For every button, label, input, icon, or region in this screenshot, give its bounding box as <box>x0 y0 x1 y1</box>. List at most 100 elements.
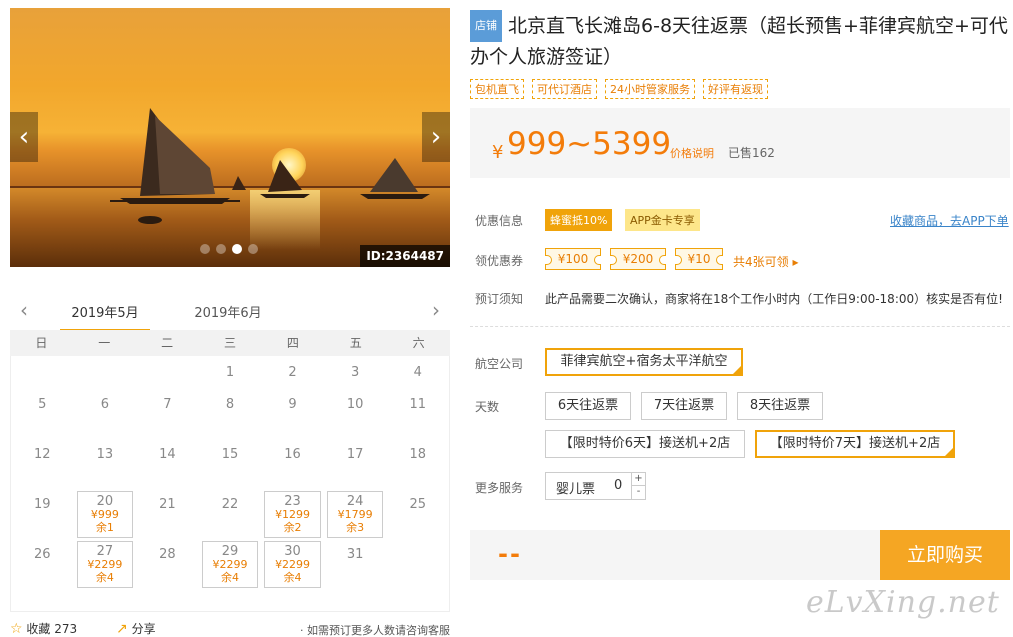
calendar-day-empty <box>74 356 137 388</box>
weekday-label: 六 <box>412 336 425 350</box>
calendar-day: 17 <box>346 447 364 462</box>
calendar-day: 13 <box>96 447 114 462</box>
currency-symbol: ¥ <box>492 142 504 163</box>
calendar-day-available[interactable]: 29 ¥2299 余4 <box>201 541 259 588</box>
favorite-count: 273 <box>54 622 78 636</box>
section-divider <box>470 326 1010 327</box>
bottom-bar: ☆ 收藏 273 ↗ 分享 · 如需预订更多人数请咨询客服 <box>10 618 450 637</box>
favorite-app-link[interactable]: 收藏商品，去APP下单 <box>890 212 1009 229</box>
calendar-day: 18 <box>409 447 426 462</box>
calendar-day: 28 <box>159 547 176 562</box>
coupon-200[interactable]: ¥200 <box>610 248 666 270</box>
days-option-special-7[interactable]: 【限时特价7天】接送机+2店 <box>755 430 955 458</box>
calendar-next-month-icon[interactable]: › <box>426 298 446 322</box>
day-price: ¥1299 <box>275 508 311 521</box>
calendar-day: 19 <box>34 497 51 512</box>
day-number: 30 <box>284 544 301 559</box>
consult-note: · 如需预订更多人数请咨询客服 <box>300 624 450 637</box>
day-number: 23 <box>284 494 301 509</box>
calendar-day-available[interactable]: 23 ¥1299 余2 <box>264 491 321 538</box>
weekday-label: 四 <box>286 336 299 350</box>
calendar-day: 4 <box>413 365 422 380</box>
stepper-minus-button[interactable]: - <box>632 486 645 499</box>
photo-next-button[interactable]: › <box>422 112 450 162</box>
days-option-6[interactable]: 6天往返票 <box>545 392 631 420</box>
favorite-button[interactable]: ☆ 收藏 273 <box>10 620 77 637</box>
feature-badge: 好评有返现 <box>703 79 768 99</box>
image-id-label: ID:2364487 <box>360 245 450 267</box>
site-watermark: eLvXing.net <box>806 585 1000 620</box>
feature-badge: 24小时管家服务 <box>605 79 695 99</box>
days-option-8[interactable]: 8天往返票 <box>737 392 823 420</box>
calendar-day: 26 <box>34 547 51 562</box>
airline-option-philippine[interactable]: 菲律宾航空+宿务太平洋航空 <box>545 348 743 376</box>
calendar-weekday-row: 日 一 二 三 四 五 六 <box>10 330 450 356</box>
more-service-label: 更多服务 <box>475 481 524 495</box>
calendar-day-available[interactable]: 30 ¥2299 余4 <box>264 541 321 588</box>
feature-badge: 可代订酒店 <box>532 79 597 99</box>
share-button[interactable]: ↗ 分享 <box>116 620 156 637</box>
total-price: -- <box>498 540 522 568</box>
coupon-more-link[interactable]: 共4张可领 ▸ <box>733 253 798 270</box>
product-photo: ‹ › ID:2364487 <box>10 8 450 267</box>
infant-ticket-stepper[interactable]: 婴儿票 0 + - <box>545 472 646 500</box>
days-option-7[interactable]: 7天往返票 <box>641 392 727 420</box>
airline-label: 航空公司 <box>475 357 524 371</box>
calendar-grid: 1 2 3 4 5 6 7 8 9 10 11 12 13 14 15 16 17 18 19 20 ¥999 余1 21 2… <box>10 356 450 612</box>
calendar-day: 5 <box>38 397 47 412</box>
calendar-day: 9 <box>288 397 297 412</box>
coupon-10[interactable]: ¥10 <box>675 248 723 270</box>
calendar-day: 11 <box>409 397 426 412</box>
day-remaining: 余1 <box>95 521 114 534</box>
sold-count: 已售162 <box>728 146 775 160</box>
calendar-day: 22 <box>221 497 239 512</box>
carousel-dots <box>200 244 258 254</box>
sailboats-illustration <box>110 108 430 224</box>
calendar-day-available[interactable]: 24 ¥1799 余3 <box>326 491 384 538</box>
day-number: 29 <box>221 544 239 559</box>
product-title-block: 店铺 北京直飞长滩岛6-8天往返票（超长预售+菲律宾航空+可代办个人旅游签证） <box>470 10 1010 72</box>
day-remaining: 余4 <box>283 571 302 584</box>
weekday-label: 二 <box>161 336 174 350</box>
buy-now-button[interactable]: 立即购买 <box>880 530 1010 580</box>
coupon-100[interactable]: ¥100 <box>545 248 601 270</box>
day-number: 20 <box>96 494 114 509</box>
weekday-label: 三 <box>223 336 236 350</box>
share-label: 分享 <box>131 622 156 636</box>
feature-badges: 包机直飞 可代订酒店 24小时管家服务 好评有返现 <box>470 79 768 99</box>
day-remaining: 余2 <box>283 521 302 534</box>
calendar-day: 25 <box>409 497 426 512</box>
calendar-prev-month-icon[interactable]: ‹ <box>14 298 34 322</box>
weekday-label: 日 <box>35 336 48 350</box>
carousel-dot[interactable] <box>248 244 258 254</box>
favorite-label: 收藏 <box>26 622 51 636</box>
promo-tag-honey: 蜂蜜抵10% <box>545 209 613 231</box>
calendar-month-tab-june[interactable]: 2019年6月 <box>188 302 268 321</box>
star-icon: ☆ <box>10 621 23 637</box>
calendar-day-available[interactable]: 20 ¥999 余1 <box>76 491 134 538</box>
buy-bar: -- 立即购买 <box>470 530 1010 580</box>
days-option-special-6[interactable]: 【限时特价6天】接送机+2店 <box>545 430 745 458</box>
calendar-day: 1 <box>225 365 235 380</box>
calendar-day: 16 <box>284 447 301 462</box>
shop-tag: 店铺 <box>470 10 502 42</box>
carousel-dot[interactable] <box>200 244 210 254</box>
photo-prev-button[interactable]: ‹ <box>10 112 38 162</box>
calendar-day-available[interactable]: 27 ¥2299 余4 <box>76 541 134 588</box>
calendar-month-tab-may[interactable]: 2019年5月 <box>60 302 150 332</box>
promo-label: 优惠信息 <box>475 214 524 228</box>
feature-badge: 包机直飞 <box>470 79 524 99</box>
stepper-plus-button[interactable]: + <box>632 473 645 486</box>
calendar-day: 15 <box>221 447 239 462</box>
price-explain-link[interactable]: 价格说明 <box>670 145 714 161</box>
calendar-day-empty <box>386 538 449 588</box>
carousel-dot-active[interactable] <box>232 244 242 254</box>
infant-ticket-value[interactable]: 0 <box>614 478 622 493</box>
carousel-dot[interactable] <box>216 244 226 254</box>
day-price: ¥2299 <box>275 558 311 571</box>
calendar-day: 3 <box>350 365 360 380</box>
calendar-day: 2 <box>288 365 297 380</box>
infant-ticket-label: 婴儿票 <box>556 482 596 497</box>
day-price: ¥2299 <box>87 558 123 571</box>
calendar-day: 31 <box>346 547 364 562</box>
